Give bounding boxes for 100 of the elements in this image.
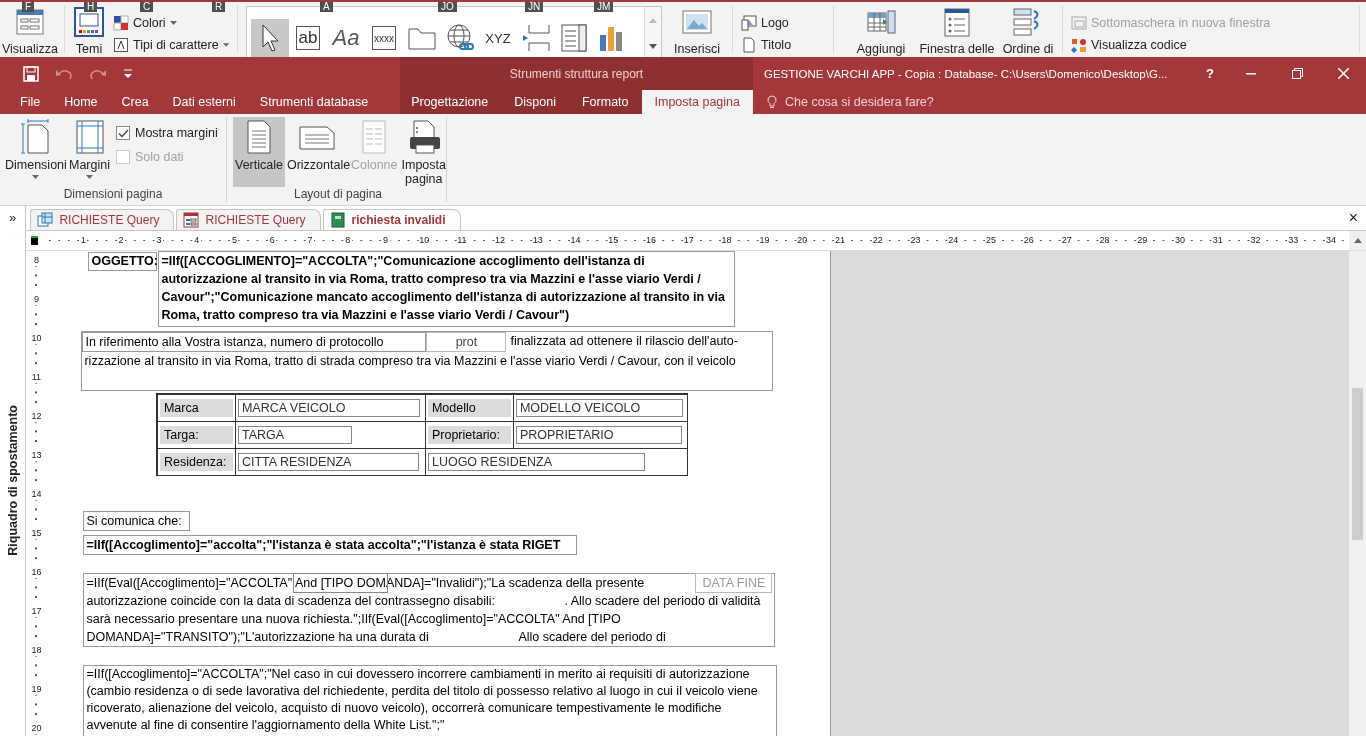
key-tip: F	[22, 2, 35, 12]
caret-icon	[31, 175, 39, 179]
ribbon-small-button[interactable]: Tipi di carattere	[113, 36, 229, 53]
ribbon-button[interactable]: Orizzontale	[284, 117, 349, 187]
close-document-button[interactable]: ×	[1348, 209, 1358, 227]
scroll-up-icon	[1353, 238, 1362, 243]
ribbon-button[interactable]: Aggiungi	[846, 2, 916, 57]
vertical-scrollbar[interactable]	[1349, 251, 1366, 736]
key-tip: JN	[525, 2, 544, 12]
ruler-number: 14	[31, 488, 42, 500]
group-title: Layout di pagina	[292, 187, 384, 203]
report-label[interactable]: Si comunica che:	[83, 511, 191, 531]
ribbon-button[interactable]: Dimensioni	[3, 117, 67, 187]
ribbon-tab[interactable]: Home	[52, 90, 110, 114]
ruler-number: 15	[31, 527, 42, 539]
customize-icon	[123, 67, 133, 80]
window-title: GESTIONE VARCHI APP - Copia : Database- C:\Users\Domenico\Desktop\G...	[764, 67, 1168, 80]
ribbon-small-button[interactable]: Visualizza codice	[1071, 36, 1351, 53]
caret-icon	[86, 175, 93, 179]
report-field[interactable]: MARCA VEICOLO	[237, 398, 420, 417]
page-size-icon	[18, 119, 52, 155]
help-button[interactable]: ?	[1198, 66, 1222, 81]
ruler-number: 16	[31, 566, 42, 578]
scroll-up-button[interactable]	[1349, 231, 1366, 250]
scroll-down-icon	[649, 43, 657, 49]
text-box-tool[interactable]: ab	[289, 19, 327, 57]
report-text: rizzazione al transito in via Roma, tratto di strada compreso tra via Mazzini e l'asse viario Verdi / Cavour, con il veicolo	[83, 353, 737, 370]
caret-icon	[222, 42, 229, 47]
ribbon-tab[interactable]: Crea	[109, 90, 161, 114]
report-text-box[interactable]: =IIf([Accoglimento]="accolta";"l'istanza è stata accolta";"l'istanza è stata RIGET	[83, 535, 578, 555]
key-tip: C	[140, 2, 154, 12]
ruler-number: 13	[31, 449, 42, 461]
button-tool[interactable]: xxxx	[365, 19, 403, 57]
ruler-corner-marker	[31, 236, 39, 245]
caret-icon	[169, 20, 177, 25]
ribbon-button[interactable]: Inserisci	[666, 2, 728, 57]
tell-me-field[interactable]: Che cosa si desidera fare?	[783, 94, 1047, 110]
key-tip: H	[84, 2, 98, 12]
property-sheet-icon	[941, 6, 973, 38]
ribbon-tab[interactable]: Dati esterni	[160, 90, 248, 114]
ribbon-small-button[interactable]: Colori	[113, 14, 229, 31]
label-tool[interactable]: Aa	[327, 19, 365, 57]
report-field[interactable]: TARGA	[237, 425, 352, 444]
key-tip: JO	[438, 2, 457, 12]
ribbon-tab[interactable]: Imposta pagina	[641, 90, 753, 114]
report-field[interactable]: CITTA RESIDENZA	[237, 452, 419, 471]
form-icon	[183, 212, 200, 228]
minimize-icon	[1246, 72, 1256, 75]
report-field[interactable]: MODELLO VEICOLO	[515, 398, 683, 417]
navigation-pane-title: Riquadro di spostamento	[5, 405, 20, 556]
globe-link-icon	[445, 23, 475, 53]
lightbulb-icon	[767, 95, 777, 109]
ribbon-button[interactable]: Ordine di	[998, 2, 1058, 57]
ribbon-tab[interactable]: File	[8, 90, 53, 114]
document-tab[interactable]: richiesta invalidi	[322, 209, 461, 230]
report-field[interactable]: prot	[426, 332, 507, 352]
ribbon-button[interactable]: Finestra delle	[916, 2, 998, 57]
ribbon-tab[interactable]: Strumenti database	[247, 90, 381, 114]
ruler-number: 12	[31, 410, 42, 422]
key-tip: R	[212, 2, 226, 12]
report-text-box[interactable]: =IIf([ACCOGLIMENTO]="ACCOLTA";"Comunicazione accoglimento dell'istanza di autorizzazione al transito in via Roma, tratto compreso tra via Mazzini e l'asse viario Verdi / Cavour";"Comunicazione mancato accoglimento dell'istanza di autorizzazione al transito in via Roma, tratto compreso tra via Mazzini e l'asse viario Verdi / Cavour")	[158, 251, 736, 327]
ribbon-tab[interactable]: Disponi	[501, 90, 569, 114]
gallery-scrollbar[interactable]	[644, 7, 661, 57]
ribbon-button[interactable]: Verticale	[233, 117, 285, 187]
document-tab[interactable]: RICHIESTE Query	[176, 209, 321, 230]
checkbox-label: Mostra margini	[135, 126, 218, 140]
report-text: finalizzata ad ottenere il rilascio dell'auto-	[509, 333, 738, 350]
checkbox-label: Solo dati	[135, 150, 184, 164]
ribbon-button[interactable]: Imposta pagina	[399, 117, 448, 187]
report-label[interactable]: Residenza:	[159, 452, 233, 471]
key-tip: A	[320, 2, 333, 12]
ribbon-small-button[interactable]: Logo	[741, 14, 825, 31]
report-label[interactable]: Proprietario:	[427, 425, 511, 444]
report-field[interactable]: PROPRIETARIO	[515, 425, 682, 444]
folder-tab-icon	[407, 25, 437, 51]
ruler-number: 9	[33, 293, 39, 305]
report-text-box[interactable]: =IIf([Accoglimento]="ACCOLTA";"Nel caso in cui dovessero incorrere cambiamenti in merito ai requisiti di autorizzazione (cambio residenza o di sede lavorativa del richiedente, perdita del titolo di possesso relativo al luogo in cui il veicolo viene ricoverato, alienazione del veicolo, acquisto di nuovo veicolo), occorrerà comunicare tempestivamente le modifiche avvenute al fine di consentire l'aggiornamento della White List.";"	[83, 665, 778, 736]
ruler-number: 10	[31, 332, 42, 344]
option-group-tool[interactable]: XYZ	[479, 19, 517, 57]
report-label[interactable]: Marca	[159, 398, 233, 417]
restore-icon	[1291, 68, 1303, 79]
document-tab[interactable]: RICHIESTE Query	[30, 209, 175, 230]
scroll-up-icon	[649, 17, 657, 23]
report-label[interactable]: In riferimento alla Vostra istanza, numero di protocollo	[82, 332, 427, 352]
ribbon-small-button[interactable]: Titolo	[741, 36, 825, 53]
ruler-number: 17	[31, 605, 42, 617]
palette-icon	[113, 14, 129, 31]
pointer-tool[interactable]	[251, 19, 289, 57]
page-icon	[741, 36, 757, 53]
report-field[interactable]: LUOGO RESIDENZA	[427, 452, 645, 471]
ribbon-button[interactable]: Margini	[67, 117, 112, 187]
ribbon-tab[interactable]: Progettazione	[398, 90, 502, 114]
report-label[interactable]: OGGETTO:	[88, 252, 158, 271]
ruler-number: 19	[31, 683, 42, 695]
report-label[interactable]: Modello	[427, 398, 511, 417]
expand-pane-button[interactable]: »	[9, 210, 17, 225]
picture-icon	[741, 14, 757, 31]
checkbox[interactable]	[116, 126, 130, 140]
report-label[interactable]: Targa:	[159, 425, 233, 444]
ribbon-tab[interactable]: Formato	[568, 90, 642, 114]
